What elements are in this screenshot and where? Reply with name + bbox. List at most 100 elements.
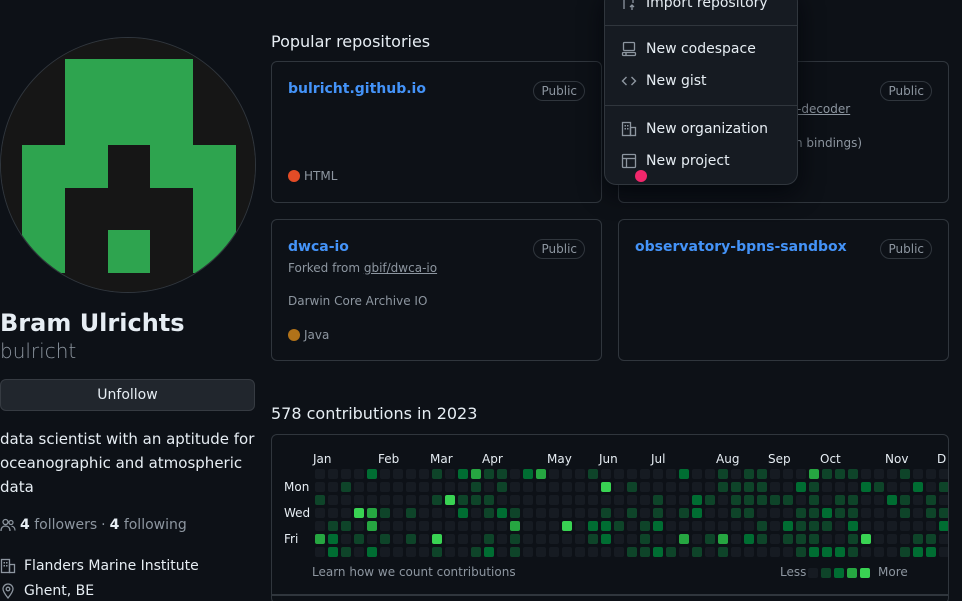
contribution-day-cell[interactable] (432, 508, 442, 518)
contribution-day-cell[interactable] (744, 482, 754, 492)
contribution-day-cell[interactable] (445, 508, 455, 518)
contribution-day-cell[interactable] (458, 508, 468, 518)
contribution-day-cell[interactable] (523, 521, 533, 531)
contribution-day-cell[interactable] (939, 469, 949, 479)
contribution-day-cell[interactable] (783, 534, 793, 544)
contribution-day-cell[interactable] (315, 508, 325, 518)
contribution-day-cell[interactable] (341, 547, 351, 557)
contribution-day-cell[interactable] (341, 534, 351, 544)
contribution-day-cell[interactable] (744, 547, 754, 557)
contribution-day-cell[interactable] (471, 534, 481, 544)
contribution-day-cell[interactable] (796, 521, 806, 531)
contribution-day-cell[interactable] (679, 547, 689, 557)
contribution-day-cell[interactable] (328, 547, 338, 557)
contribution-day-cell[interactable] (770, 508, 780, 518)
contribution-day-cell[interactable] (419, 508, 429, 518)
contribution-day-cell[interactable] (718, 495, 728, 505)
avatar[interactable] (0, 37, 256, 293)
contribution-day-cell[interactable] (406, 469, 416, 479)
contribution-day-cell[interactable] (822, 547, 832, 557)
contribution-day-cell[interactable] (640, 547, 650, 557)
menu-item-new-organization[interactable]: New organization (621, 121, 768, 137)
contribution-day-cell[interactable] (900, 534, 910, 544)
contribution-day-cell[interactable] (536, 534, 546, 544)
contribution-day-cell[interactable] (393, 469, 403, 479)
contribution-day-cell[interactable] (549, 547, 559, 557)
contribution-day-cell[interactable] (809, 521, 819, 531)
contribution-day-cell[interactable] (822, 508, 832, 518)
contribution-day-cell[interactable] (887, 482, 897, 492)
contribution-day-cell[interactable] (315, 482, 325, 492)
contribution-day-cell[interactable] (692, 495, 702, 505)
contribution-day-cell[interactable] (406, 482, 416, 492)
contribution-day-cell[interactable] (796, 508, 806, 518)
contribution-day-cell[interactable] (731, 495, 741, 505)
contribution-day-cell[interactable] (614, 508, 624, 518)
contribution-day-cell[interactable] (744, 495, 754, 505)
contribution-day-cell[interactable] (627, 521, 637, 531)
contribution-day-cell[interactable] (575, 534, 585, 544)
contribution-day-cell[interactable] (510, 547, 520, 557)
contribution-day-cell[interactable] (627, 547, 637, 557)
contribution-day-cell[interactable] (731, 469, 741, 479)
contribution-day-cell[interactable] (328, 469, 338, 479)
contribution-day-cell[interactable] (601, 469, 611, 479)
contribution-day-cell[interactable] (692, 508, 702, 518)
contribution-day-cell[interactable] (328, 521, 338, 531)
contribution-day-cell[interactable] (900, 521, 910, 531)
contribution-day-cell[interactable] (666, 482, 676, 492)
contribution-day-cell[interactable] (471, 495, 481, 505)
contribution-day-cell[interactable] (926, 482, 936, 492)
contribution-day-cell[interactable] (575, 508, 585, 518)
contribution-day-cell[interactable] (458, 547, 468, 557)
contribution-day-cell[interactable] (653, 547, 663, 557)
contribution-day-cell[interactable] (614, 547, 624, 557)
contribution-day-cell[interactable] (731, 521, 741, 531)
contribution-day-cell[interactable] (484, 469, 494, 479)
contribution-day-cell[interactable] (718, 482, 728, 492)
contribution-day-cell[interactable] (562, 469, 572, 479)
contribution-day-cell[interactable] (640, 495, 650, 505)
contribution-day-cell[interactable] (523, 469, 533, 479)
contribution-day-cell[interactable] (874, 508, 884, 518)
contribution-day-cell[interactable] (406, 508, 416, 518)
contribution-day-cell[interactable] (562, 508, 572, 518)
contribution-day-cell[interactable] (458, 495, 468, 505)
contribution-day-cell[interactable] (562, 534, 572, 544)
contribution-day-cell[interactable] (393, 534, 403, 544)
contribution-day-cell[interactable] (393, 495, 403, 505)
contribution-day-cell[interactable] (510, 482, 520, 492)
contribution-day-cell[interactable] (549, 495, 559, 505)
contribution-day-cell[interactable] (328, 534, 338, 544)
contribution-day-cell[interactable] (926, 469, 936, 479)
contribution-day-cell[interactable] (718, 547, 728, 557)
contribution-day-cell[interactable] (471, 482, 481, 492)
contribution-day-cell[interactable] (367, 495, 377, 505)
contribution-day-cell[interactable] (757, 482, 767, 492)
contribution-day-cell[interactable] (653, 534, 663, 544)
contribution-day-cell[interactable] (575, 469, 585, 479)
contribution-day-cell[interactable] (744, 534, 754, 544)
contribution-day-cell[interactable] (796, 469, 806, 479)
contribution-day-cell[interactable] (562, 482, 572, 492)
contribution-day-cell[interactable] (406, 495, 416, 505)
contribution-day-cell[interactable] (341, 521, 351, 531)
contribution-day-cell[interactable] (445, 495, 455, 505)
contribution-day-cell[interactable] (770, 469, 780, 479)
following-link[interactable]: 4 following (110, 517, 187, 533)
contribution-day-cell[interactable] (887, 547, 897, 557)
contribution-day-cell[interactable] (601, 534, 611, 544)
contribution-day-cell[interactable] (419, 495, 429, 505)
menu-item-new-gist[interactable]: New gist (621, 73, 707, 89)
contribution-day-cell[interactable] (835, 508, 845, 518)
contribution-day-cell[interactable] (601, 508, 611, 518)
learn-contributions-link[interactable]: Learn how we count contributions (312, 565, 516, 579)
contribution-day-cell[interactable] (367, 521, 377, 531)
contribution-day-cell[interactable] (822, 482, 832, 492)
contribution-day-cell[interactable] (588, 482, 598, 492)
contribution-day-cell[interactable] (315, 547, 325, 557)
contribution-day-cell[interactable] (445, 469, 455, 479)
contribution-day-cell[interactable] (718, 508, 728, 518)
contribution-day-cell[interactable] (887, 508, 897, 518)
menu-item-new-project[interactable]: New project (621, 153, 730, 169)
